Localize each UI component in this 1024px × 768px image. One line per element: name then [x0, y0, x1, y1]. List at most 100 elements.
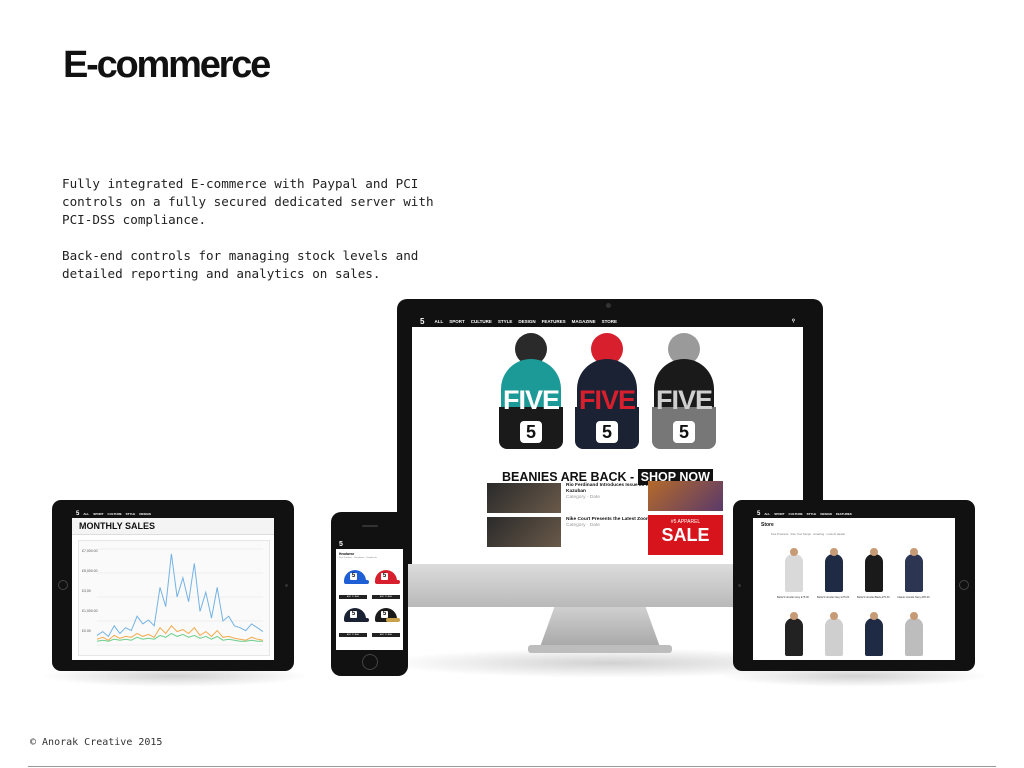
five-logo-icon: 5 — [381, 611, 388, 618]
nav-item-design[interactable]: DESIGN — [820, 512, 832, 516]
series-line-1 — [96, 625, 264, 641]
site-logo[interactable]: 5 — [757, 511, 760, 517]
product-image — [785, 618, 803, 656]
beanie-word: FIVE — [655, 385, 713, 415]
y-axis-label: £0.00 — [82, 629, 91, 633]
site-logo[interactable]: 5 — [76, 511, 79, 517]
add-to-bag-button[interactable]: ADD TO BAG — [372, 595, 400, 599]
news-thumbnail — [487, 483, 561, 513]
phone-page-title: Headwear — [339, 552, 355, 556]
hero-banner[interactable]: FIVE 5 FIVE 5 FIVE 5 BEANIES ARE BACK - … — [412, 333, 803, 485]
product-image — [905, 554, 923, 592]
cap-brim — [386, 618, 400, 622]
cap-brim — [386, 580, 400, 584]
five-logo-icon: 5 — [350, 573, 357, 580]
nav-item-culture[interactable]: CULTURE — [108, 512, 122, 516]
product-card[interactable]: Classic Hoodie Navy £65.00 — [897, 548, 931, 606]
tablet-left-screen: 5 ALL SPORT CULTURE STYLE DESIGN MONTHLY… — [72, 510, 274, 660]
y-axis-label: £1,000.00 — [82, 609, 98, 613]
camera-icon — [606, 303, 611, 308]
add-to-bag-button[interactable]: ADD TO BAG — [339, 595, 367, 599]
cap-product-navy[interactable]: 5 — [341, 608, 369, 628]
monthly-sales-title: MONTHLY SALES — [72, 518, 274, 535]
beanie-red: FIVE 5 — [573, 333, 641, 451]
y-axis-label: £7,000.00 — [82, 549, 98, 553]
news-thumbnail — [487, 517, 561, 547]
sidebar-image[interactable] — [648, 481, 723, 511]
nav-item-features[interactable]: FEATURES — [836, 512, 852, 516]
nav-item-style[interactable]: STYLE — [126, 512, 136, 516]
nav-item-style[interactable]: STYLE — [498, 319, 513, 324]
add-to-bag-button[interactable]: ADD TO BAG — [372, 633, 400, 637]
phone-nav[interactable]: 5 — [336, 540, 403, 549]
nav-item-magazine[interactable]: MAGAZINE — [572, 319, 596, 324]
description-paragraph-1: Fully integrated E-commerce with Paypal … — [62, 176, 434, 227]
sale-banner[interactable]: #5 APPAREL SALE — [648, 515, 723, 555]
model-head — [790, 548, 798, 556]
copyright: © Anorak Creative 2015 — [30, 737, 163, 748]
nav-item-sport[interactable]: SPORT — [93, 512, 103, 516]
slide-title: E-commerce — [63, 44, 271, 86]
five-logo-icon: 5 — [381, 573, 388, 580]
nav-item-culture[interactable]: CULTURE — [471, 319, 492, 324]
product-card[interactable]: Track Top Grey — [817, 612, 851, 660]
phone-screen: 5 Headwear Five Products · Headwear · Sn… — [336, 540, 403, 650]
nav-item-all[interactable]: ALL — [434, 319, 443, 324]
y-axis-label: £5,000.00 — [82, 569, 98, 573]
site-logo[interactable]: 5 — [420, 317, 424, 326]
sales-chart-svg — [96, 548, 264, 646]
camera-icon — [285, 584, 288, 587]
cap-product-red[interactable]: 5 — [372, 570, 400, 590]
cap-brim — [355, 580, 369, 584]
product-image — [865, 618, 883, 656]
product-card[interactable]: Bella 5 Hoodie Grey £75.00 — [777, 548, 811, 606]
description-paragraph-2: Back-end controls for managing stock lev… — [62, 248, 419, 281]
beanie-teal: FIVE 5 — [497, 333, 565, 451]
news-sidebar: #5 APPAREL SALE — [648, 481, 723, 555]
sale-big-text: SALE — [661, 525, 710, 545]
camera-icon — [738, 584, 741, 587]
phone-device: 5 Headwear Five Products · Headwear · Sn… — [331, 512, 408, 676]
imac-stand — [540, 607, 660, 647]
product-caption: Classic Hoodie Navy £65.00 — [897, 596, 930, 599]
nav-item-culture[interactable]: CULTURE — [789, 512, 803, 516]
nav-item-sport[interactable]: SPORT — [449, 319, 465, 324]
nav-item-features[interactable]: FEATURES — [542, 319, 566, 324]
tablet-left: 5 ALL SPORT CULTURE STYLE DESIGN MONTHLY… — [52, 500, 294, 671]
model-head — [910, 612, 918, 620]
sales-chart[interactable]: £7,000.00 £5,000.00 £3,00 £1,000.00 £0.0… — [78, 540, 270, 656]
product-image — [825, 618, 843, 656]
add-to-bag-button[interactable]: ADD TO BAG — [339, 633, 367, 637]
model-head — [830, 548, 838, 556]
product-card[interactable]: Joggers Navy — [857, 612, 891, 660]
product-card[interactable]: Track Top Black — [777, 612, 811, 660]
product-caption: Bella 5 Hoodie Grey £75.00 — [777, 596, 809, 599]
footer-divider — [28, 766, 996, 767]
nav-item-sport[interactable]: SPORT — [774, 512, 784, 516]
cap-product-black[interactable]: 5 — [372, 608, 400, 628]
hero-caption-text: BEANIES ARE BACK - — [502, 470, 635, 484]
product-card[interactable]: Bella 5 Hoodie Black £75.00 — [857, 548, 891, 606]
breadcrumb: Five Products · Headwear · Snapbacks — [339, 557, 378, 559]
mini-nav: 5 ALL SPORT CULTURE STYLE DESIGN — [72, 510, 274, 518]
nav-item-style[interactable]: STYLE — [807, 512, 817, 516]
product-image — [785, 554, 803, 592]
nav-item-design[interactable]: DESIGN — [139, 512, 151, 516]
nav-item-design[interactable]: DESIGN — [518, 319, 535, 324]
nav-item-all[interactable]: ALL — [83, 512, 89, 516]
five-logo-icon: 5 — [596, 421, 618, 443]
speaker-icon — [362, 525, 378, 527]
model-head — [830, 612, 838, 620]
home-button-icon — [58, 580, 68, 590]
store-title: Store — [761, 522, 774, 528]
model-head — [790, 612, 798, 620]
nav-item-all[interactable]: ALL — [764, 512, 770, 516]
model-head — [870, 612, 878, 620]
product-image — [865, 554, 883, 592]
product-card[interactable]: Joggers Grey — [897, 612, 931, 660]
product-card[interactable]: Bella 5 Hoodie Navy £75.00 — [817, 548, 851, 606]
nav-item-store[interactable]: STORE — [602, 319, 617, 324]
cap-product-blue[interactable]: 5 — [341, 570, 369, 590]
beanie-word: FIVE — [578, 385, 636, 415]
search-icon[interactable]: ⚲ — [792, 318, 795, 324]
